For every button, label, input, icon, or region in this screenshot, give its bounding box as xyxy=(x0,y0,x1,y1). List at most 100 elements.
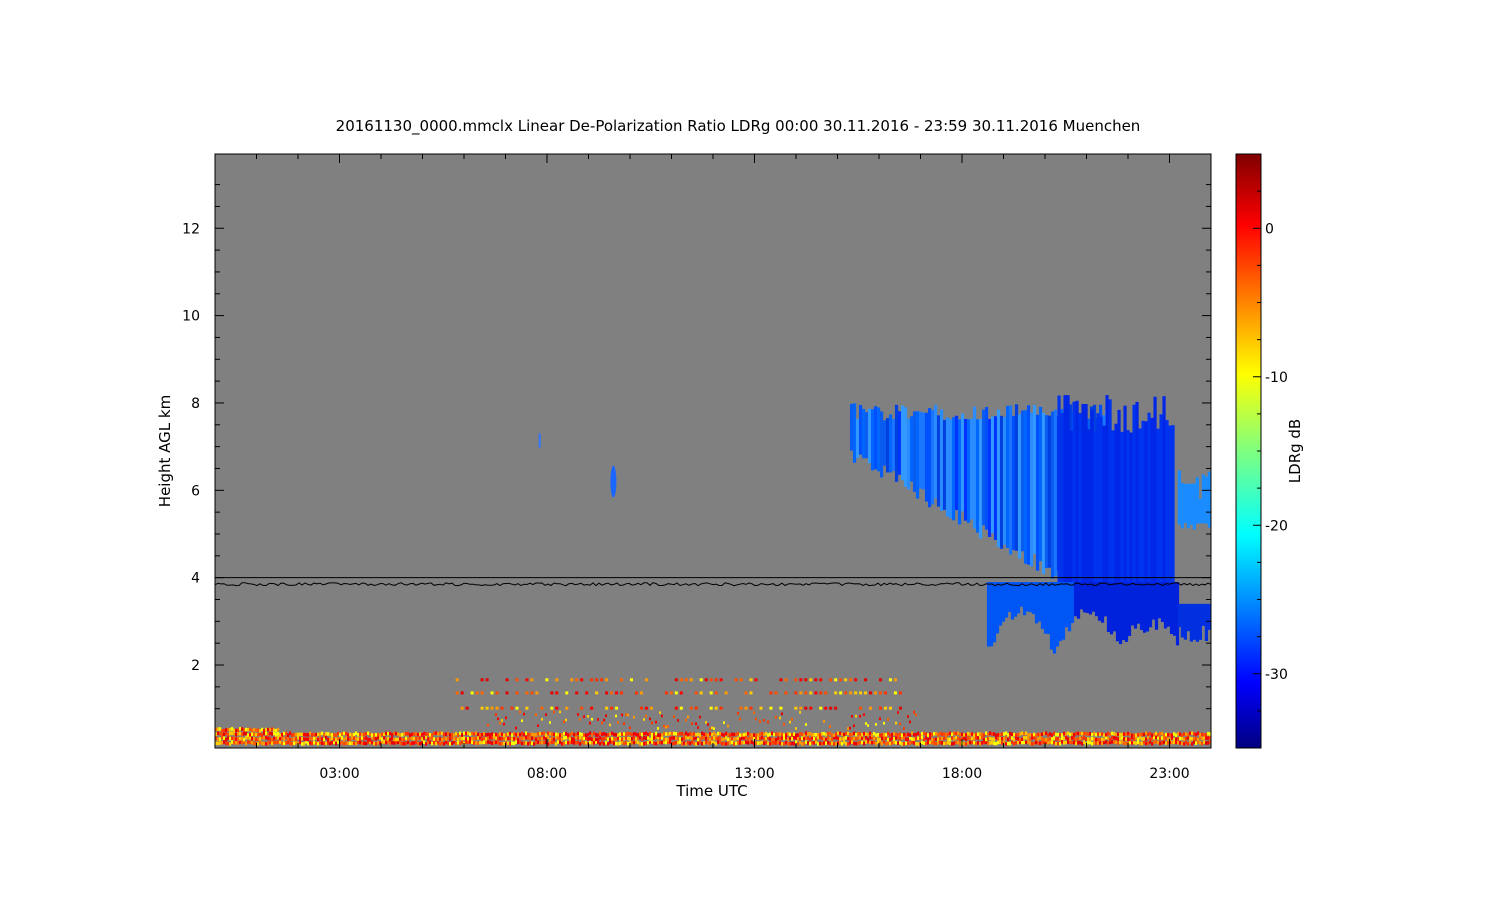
cloud-cell xyxy=(1168,425,1172,583)
clutter-cell xyxy=(233,728,236,733)
cloud-cell xyxy=(882,420,887,466)
clutter-cell xyxy=(577,740,580,745)
clutter-cell xyxy=(677,719,679,722)
clutter-cell xyxy=(763,737,766,741)
clutter-cell xyxy=(1107,741,1110,745)
clutter-cell xyxy=(713,727,715,730)
clutter-cell xyxy=(515,678,519,682)
clutter-cell xyxy=(977,741,980,745)
clutter-cell xyxy=(645,714,647,718)
clutter-cell xyxy=(1141,732,1144,736)
clutter-cell xyxy=(841,742,844,746)
cloud-cell xyxy=(870,409,875,471)
clutter-cell xyxy=(905,741,908,746)
clutter-cell xyxy=(829,725,831,728)
clutter-cell xyxy=(509,736,512,741)
clutter-cell xyxy=(915,732,918,737)
clutter-cell xyxy=(581,736,584,741)
clutter-cell xyxy=(651,732,654,737)
clutter-cell xyxy=(783,736,786,741)
clutter-cell xyxy=(807,736,810,740)
clutter-cell xyxy=(697,741,700,745)
clutter-cell xyxy=(1141,741,1144,746)
cloud-cell xyxy=(1115,582,1120,642)
clutter-cell xyxy=(233,740,236,745)
clutter-cell xyxy=(607,733,610,737)
clutter-cell xyxy=(849,741,852,745)
clutter-cell xyxy=(805,736,808,740)
clutter-cell xyxy=(369,737,372,742)
clutter-cell xyxy=(879,706,882,710)
clutter-cell xyxy=(947,732,950,736)
clutter-cell xyxy=(473,732,476,736)
clutter-cell xyxy=(927,740,930,745)
clutter-cell xyxy=(815,737,818,741)
clutter-cell xyxy=(841,737,844,741)
clutter-cell xyxy=(809,741,812,746)
clutter-cell xyxy=(734,678,738,682)
clutter-cell xyxy=(229,736,232,741)
clutter-cell xyxy=(527,736,530,740)
clutter-cell xyxy=(739,737,742,742)
clutter-cell xyxy=(1053,731,1056,736)
clutter-cell xyxy=(991,732,994,736)
clutter-cell xyxy=(693,732,696,736)
clutter-cell xyxy=(753,733,756,737)
clutter-cell xyxy=(1059,733,1062,737)
clutter-cell xyxy=(287,733,290,738)
clutter-cell xyxy=(217,741,220,746)
clutter-cell xyxy=(987,732,990,737)
clutter-cell xyxy=(305,733,308,737)
clutter-cell xyxy=(1081,741,1084,746)
clutter-cell xyxy=(769,706,773,710)
clutter-cell xyxy=(969,732,972,737)
clutter-cell xyxy=(623,722,625,725)
clutter-cell xyxy=(693,741,696,745)
clutter-cell xyxy=(933,741,936,746)
clutter-cell xyxy=(497,717,499,721)
clutter-cell xyxy=(869,735,872,740)
clutter-cell xyxy=(321,731,324,736)
clutter-cell xyxy=(879,678,882,682)
clutter-cell xyxy=(1083,740,1086,744)
clutter-cell xyxy=(511,733,514,737)
cloud-cell xyxy=(906,418,911,490)
clutter-cell xyxy=(1073,736,1076,741)
clutter-cell xyxy=(561,737,564,742)
clutter-cell xyxy=(337,737,340,741)
clutter-cell xyxy=(479,733,482,737)
clutter-cell xyxy=(898,706,902,710)
clutter-cell xyxy=(735,741,738,746)
clutter-cell xyxy=(809,737,812,742)
clutter-cell xyxy=(633,715,635,719)
clutter-cell xyxy=(425,735,428,740)
clutter-cell xyxy=(675,731,678,736)
clutter-cell xyxy=(559,740,562,744)
clutter-cell xyxy=(731,732,734,736)
clutter-cell xyxy=(647,732,650,737)
clutter-cell xyxy=(223,740,226,744)
clutter-cell xyxy=(433,740,436,745)
clutter-cell xyxy=(477,736,480,740)
cloud-cell xyxy=(915,411,920,499)
clutter-cell xyxy=(725,736,728,740)
clutter-cell xyxy=(879,717,881,721)
clutter-cell xyxy=(951,736,954,740)
clutter-cell xyxy=(459,741,462,745)
clutter-cell xyxy=(1075,741,1078,746)
clutter-cell xyxy=(485,741,488,745)
clutter-cell xyxy=(653,741,656,745)
clutter-cell xyxy=(839,737,842,741)
clutter-cell xyxy=(495,732,498,737)
clutter-cell xyxy=(639,742,642,746)
colorbar-tick-label: -20 xyxy=(1265,518,1288,534)
cloud-cell xyxy=(1057,395,1061,583)
clutter-cell xyxy=(227,732,230,737)
clutter-cell xyxy=(1163,733,1166,738)
cloud-cell xyxy=(1034,582,1039,624)
clutter-cell xyxy=(1113,740,1116,744)
clutter-cell xyxy=(949,741,952,746)
clutter-cell xyxy=(991,740,994,745)
cloud-cell xyxy=(538,433,541,448)
clutter-cell xyxy=(925,736,928,740)
